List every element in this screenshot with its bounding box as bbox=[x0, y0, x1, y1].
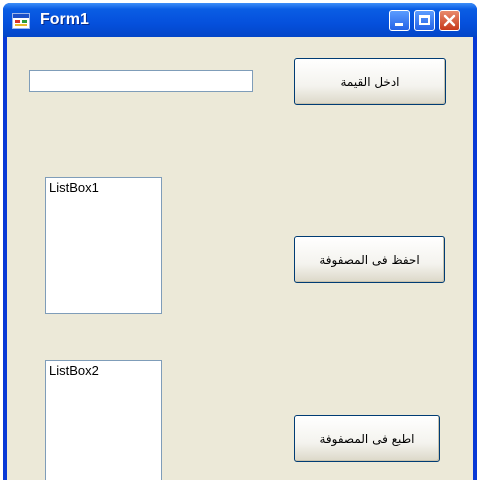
listbox2[interactable]: ListBox2 bbox=[45, 360, 162, 480]
save-in-array-button-label: احفظ فى المصفوفة bbox=[319, 252, 420, 267]
print-array-button-label: اطبع فى المصفوفة bbox=[319, 431, 415, 446]
enter-value-button[interactable]: ادخل القيمة bbox=[294, 58, 446, 105]
value-input[interactable] bbox=[29, 70, 253, 92]
save-in-array-button[interactable]: احفظ فى المصفوفة bbox=[294, 236, 445, 283]
close-icon bbox=[443, 14, 456, 27]
minimize-icon bbox=[395, 23, 403, 26]
maximize-icon bbox=[419, 15, 430, 25]
listbox1[interactable]: ListBox1 bbox=[45, 177, 162, 314]
form1-window: Form1 ادخل القيمة ListBox1 احفظ فى المصف… bbox=[3, 3, 477, 480]
title-bar[interactable]: Form1 bbox=[3, 3, 477, 37]
maximize-button[interactable] bbox=[414, 10, 435, 31]
list-item[interactable]: ListBox2 bbox=[46, 361, 161, 380]
enter-value-button-label: ادخل القيمة bbox=[340, 74, 400, 89]
list-item[interactable]: ListBox1 bbox=[46, 178, 161, 197]
close-button[interactable] bbox=[439, 10, 460, 31]
form-app-icon[interactable] bbox=[12, 13, 30, 29]
minimize-button[interactable] bbox=[389, 10, 410, 31]
form-client-area: ادخل القيمة ListBox1 احفظ فى المصفوفة Li… bbox=[7, 37, 473, 480]
print-array-button[interactable]: اطبع فى المصفوفة bbox=[294, 415, 440, 462]
window-title: Form1 bbox=[40, 11, 89, 28]
